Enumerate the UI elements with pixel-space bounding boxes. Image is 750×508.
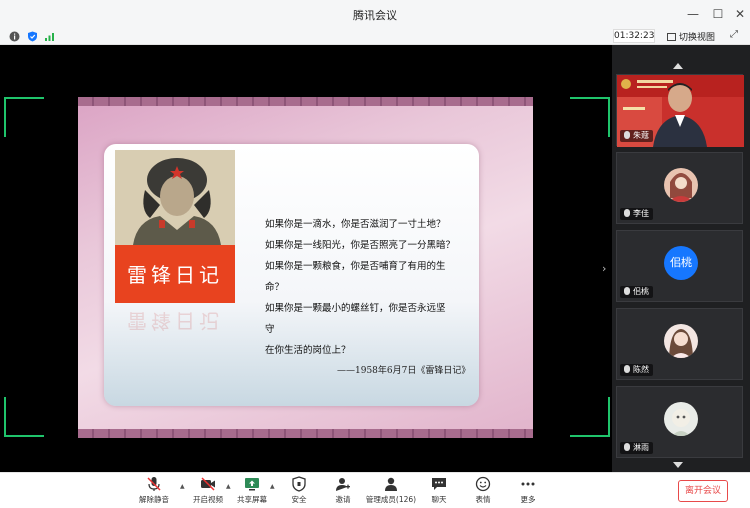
meeting-status-bar: 01:32:23 切换视图 ⤢ [0, 28, 750, 45]
scroll-up-icon[interactable] [673, 63, 683, 69]
unmute-options-icon[interactable]: ▲ [180, 483, 185, 490]
more-icon [520, 476, 536, 492]
meeting-timer: 01:32:23 [613, 29, 655, 43]
brick-border-top [78, 97, 533, 106]
participant-name: 朱蔻 [620, 130, 653, 142]
start-video-button[interactable]: 开启视频 [190, 476, 226, 505]
share-options-icon[interactable]: ▲ [270, 483, 275, 490]
chat-icon [431, 476, 447, 492]
emoji-button[interactable]: 表情 [468, 476, 498, 505]
brick-border-bottom [78, 429, 533, 438]
video-options-icon[interactable]: ▲ [226, 483, 231, 490]
poem-line: 如果你是一颗粮食，你是否哺育了有用的生 [265, 261, 446, 272]
poem-line: 如果你是一颗最小的螺丝钉，你是否永远坚 [265, 303, 446, 314]
participant-name: 陈然 [620, 364, 653, 376]
share-screen-button[interactable]: 共享屏幕 [234, 476, 270, 505]
window-title: 腾讯会议 [353, 9, 397, 22]
participant-name: 李佳 [620, 208, 653, 220]
collapse-sidebar-icon[interactable]: › [602, 262, 606, 275]
members-icon [383, 476, 399, 492]
unmute-button[interactable]: 解除静音 [136, 476, 172, 505]
minimize-icon[interactable]: — [683, 4, 703, 24]
emoji-icon [475, 476, 491, 492]
chat-button[interactable]: 聊天 [424, 476, 454, 505]
participant-tile[interactable]: 淋雨 [616, 386, 743, 458]
avatar [664, 168, 698, 202]
expand-icon[interactable]: ⤢ [730, 29, 738, 40]
portrait-image [115, 150, 235, 245]
frame-corner-tl [4, 97, 44, 137]
diary-title-reflection: 雷锋日记 [127, 309, 223, 333]
poem-attribution: ——1958年6月7日《雷锋日记》 [337, 366, 471, 376]
meeting-toolbar: 解除静音 ▲ 开启视频 ▲ 共享屏幕 ▲ 安全 邀请 管理成员(126) 聊天 … [0, 472, 750, 508]
poem-line: 命？ [265, 282, 285, 293]
leave-meeting-button[interactable]: 离开会议 [678, 480, 728, 502]
poem-lines: 如果你是一滴水，你是否滋润了一寸土地？ 如果你是一线阳光，你是否照亮了一分黑暗？… [265, 214, 495, 361]
frame-corner-br [570, 397, 610, 437]
mic-icon [624, 365, 630, 373]
mic-icon [624, 131, 630, 139]
title-bar: 腾讯会议 — ☐ ✕ [0, 0, 750, 28]
close-icon[interactable]: ✕ [730, 4, 750, 24]
mic-muted-icon [146, 476, 162, 492]
share-screen-icon [244, 476, 260, 492]
participant-name: 佀桃 [620, 286, 653, 298]
presentation-slide: 雷锋日记 雷锋日记 如果你是一滴水，你是否滋润了一寸土地？ 如果你是一线阳光，你… [78, 97, 533, 438]
avatar: 佀桃 [664, 246, 698, 280]
diary-card: 雷锋日记 雷锋日记 如果你是一滴水，你是否滋润了一寸土地？ 如果你是一线阳光，你… [104, 144, 479, 406]
grid-view-icon [667, 33, 676, 41]
info-icon[interactable] [9, 31, 20, 42]
shield-icon[interactable] [27, 31, 38, 42]
scroll-down-icon[interactable] [673, 462, 683, 468]
poem-line: 如果你是一滴水，你是否滋润了一寸土地？ [265, 219, 446, 230]
mic-icon [624, 209, 630, 217]
poem-line: 守 [265, 324, 275, 335]
participant-name: 淋雨 [620, 442, 653, 454]
diary-title: 雷锋日记 [127, 263, 223, 287]
participant-tile[interactable]: 陈然 [616, 308, 743, 380]
frame-corner-tr [570, 97, 610, 137]
switch-view-button[interactable]: 切换视图 [667, 30, 715, 43]
participant-tile[interactable]: 佀桃 佀桃 [616, 230, 743, 302]
signal-icon[interactable] [44, 31, 55, 42]
manage-members-button[interactable]: 管理成员(126) [362, 476, 420, 505]
poem-line: 如果你是一线阳光，你是否照亮了一分黑暗？ [265, 240, 456, 251]
participant-tile[interactable]: 朱蔻 [616, 74, 744, 147]
camera-off-icon [200, 476, 216, 492]
maximize-icon[interactable]: ☐ [708, 4, 728, 24]
poem-line: 在你生活的岗位上？ [265, 345, 351, 356]
invite-icon [335, 476, 351, 492]
avatar [664, 324, 698, 358]
invite-button[interactable]: 邀请 [326, 476, 360, 505]
shared-screen-stage: 雷锋日记 雷锋日记 如果你是一滴水，你是否滋润了一寸土地？ 如果你是一线阳光，你… [0, 45, 612, 472]
frame-corner-bl [4, 397, 44, 437]
avatar [664, 402, 698, 436]
mic-icon [624, 443, 630, 451]
security-button[interactable]: 安全 [282, 476, 316, 505]
shield-icon [291, 476, 307, 492]
more-button[interactable]: 更多 [513, 476, 543, 505]
diary-title-box: 雷锋日记 [115, 245, 235, 303]
participant-tile[interactable]: 李佳 [616, 152, 743, 224]
mic-icon [624, 287, 630, 295]
